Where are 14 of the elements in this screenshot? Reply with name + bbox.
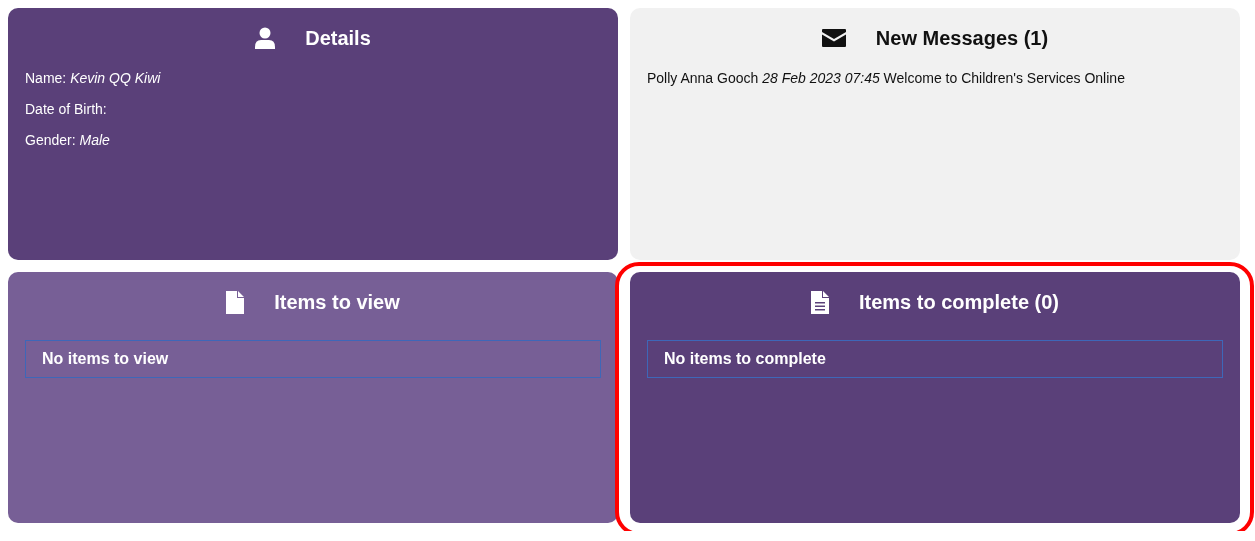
list-item: No items to complete — [647, 340, 1223, 378]
document-icon — [810, 290, 829, 314]
list-item: No items to view — [25, 340, 601, 378]
panel-title: Items to view — [274, 290, 400, 314]
detail-line: Name: Kevin QQ Kiwi — [25, 70, 162, 86]
envelope-icon — [821, 29, 846, 47]
panel-title: Items to complete (0) — [858, 290, 1059, 314]
detail-line: Gender: Male — [25, 132, 111, 148]
message-line[interactable]: Polly Anna Gooch 28 Feb 2023 07:45 Welcome to Children's Services Online — [647, 70, 1223, 86]
panel-title: New Messages (1) — [875, 26, 1049, 50]
person-icon — [255, 27, 276, 49]
panel-title: Details — [305, 26, 371, 50]
detail-line: Date of Birth: — [25, 101, 108, 117]
file-icon — [226, 290, 245, 314]
